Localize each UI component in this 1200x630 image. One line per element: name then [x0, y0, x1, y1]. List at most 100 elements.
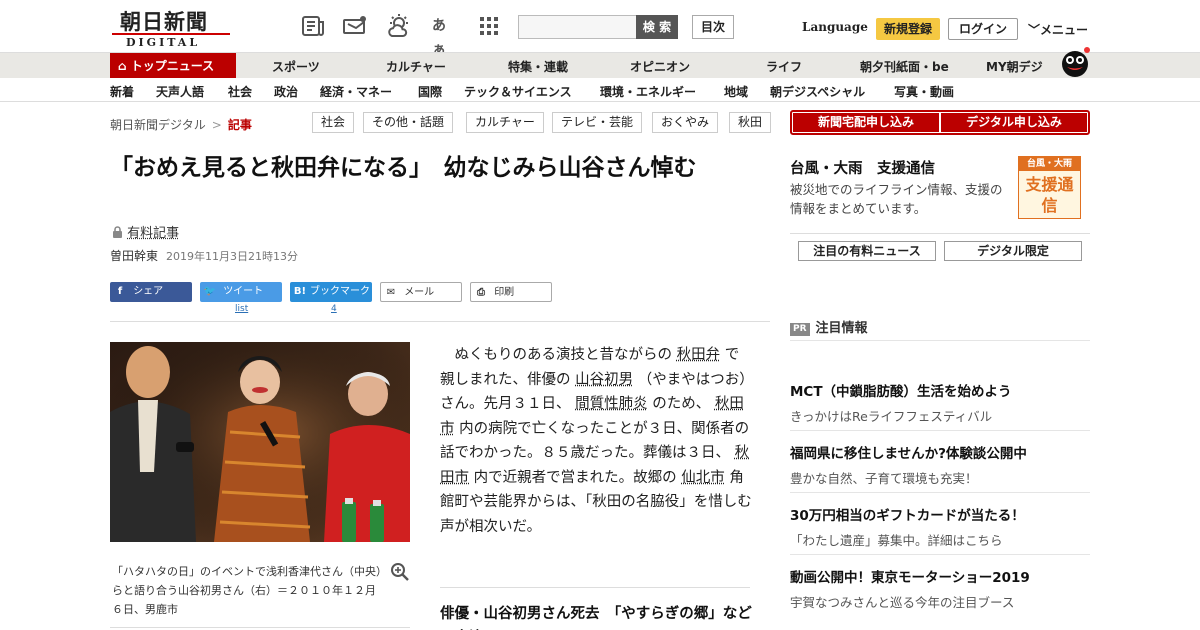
- breadcrumb-separator: >: [211, 118, 222, 132]
- tag-society[interactable]: 社会: [312, 112, 355, 133]
- divider: [440, 587, 750, 588]
- nav-opinion[interactable]: オピニオン: [630, 58, 690, 75]
- subscribe-cta: 新聞宅配申し込み デジタル申し込み: [790, 110, 1090, 135]
- digital-only-button[interactable]: デジタル限定: [944, 241, 1082, 261]
- lock-icon: [112, 226, 123, 241]
- nav2-society[interactable]: 社会: [228, 83, 252, 100]
- grid-icon[interactable]: [476, 14, 502, 38]
- nav2-economy[interactable]: 経済・マネー: [320, 83, 392, 100]
- tag-other[interactable]: その他・話題: [363, 112, 454, 133]
- nav-sports[interactable]: スポーツ: [272, 58, 320, 75]
- nav2-tech[interactable]: テック＆サイエンス: [464, 83, 572, 100]
- mail-label: メール: [404, 287, 435, 298]
- nav2-politics[interactable]: 政治: [274, 83, 298, 100]
- support-banner[interactable]: 台風・大雨 支援通信: [1018, 156, 1081, 219]
- menu-button[interactable]: ﹀メニュー: [1028, 21, 1088, 38]
- paid-article-label[interactable]: 有料記事: [112, 222, 179, 241]
- divider: [790, 554, 1090, 555]
- divider: [790, 430, 1090, 431]
- nav-features[interactable]: 特集・連載: [508, 58, 568, 75]
- primary-nav: ⌂ トップニュース スポーツ カルチャー 特集・連載 オピニオン ライフ 朝夕刊…: [0, 52, 1200, 79]
- article-photo[interactable]: [110, 342, 410, 542]
- font-size-icon[interactable]: あぁ: [432, 14, 458, 58]
- print-label: 印刷: [494, 287, 515, 298]
- divider: [790, 233, 1090, 234]
- logo-rule: [112, 33, 230, 35]
- support-banner-main: 支援通信: [1025, 175, 1074, 215]
- nav2-photo[interactable]: 写真・動画: [894, 83, 954, 100]
- nav-life[interactable]: ライフ: [766, 58, 802, 75]
- menu-label: メニュー: [1040, 23, 1089, 37]
- keyword-link-pneumonia[interactable]: 間質性肺炎: [575, 396, 648, 412]
- tag-obituary[interactable]: おくやみ: [652, 112, 719, 133]
- signup-button[interactable]: 新規登録: [876, 18, 940, 40]
- megaphone-icon[interactable]: [342, 14, 368, 38]
- zoom-icon[interactable]: [390, 562, 410, 582]
- nav-paper[interactable]: 朝夕刊紙面・be: [860, 58, 949, 75]
- twitter-share-button[interactable]: 🐦 ツイート: [200, 282, 282, 302]
- nav2-tensei[interactable]: 天声人語: [156, 83, 204, 100]
- toc-button[interactable]: 目次: [692, 15, 734, 39]
- tag-culture[interactable]: カルチャー: [466, 112, 544, 133]
- keyword-link-semboku[interactable]: 仙北市: [681, 470, 725, 486]
- nav2-environment[interactable]: 環境・エネルギー: [600, 83, 696, 100]
- twitter-count[interactable]: list: [235, 304, 248, 314]
- pr-item-subtitle: 宇賀なつみさんと巡る今年の注目ブース: [790, 595, 1015, 610]
- facebook-share-button[interactable]: f シェア: [110, 282, 192, 302]
- divider: [790, 492, 1090, 493]
- hatena-label: ブックマーク: [310, 286, 370, 297]
- tag-akita[interactable]: 秋田: [729, 112, 772, 133]
- support-title[interactable]: 台風・大雨 支援通信: [790, 157, 935, 178]
- printer-icon: ⎙: [477, 287, 485, 298]
- related-article-link[interactable]: 俳優・山谷初男さん死去 「やすらぎの郷」などに出演: [440, 602, 752, 630]
- pr-item[interactable]: MCT（中鎖脂肪酸）生活を始めよう きっかけはReライフフェスティバル: [790, 380, 1090, 425]
- photo-caption: 「ハタハタの日」のイベントで浅利香津代さん（中央）らと語り合う山谷初男さん（右）…: [112, 565, 382, 616]
- pr-item-subtitle: 豊かな自然、子育て環境も充実！: [790, 471, 978, 486]
- body-text-6: のため、: [647, 396, 715, 412]
- home-delivery-button[interactable]: 新聞宅配申し込み: [793, 113, 939, 132]
- mascot-image[interactable]: [1058, 44, 1092, 78]
- twitter-share-label: ツイート: [223, 286, 264, 297]
- nav2-special[interactable]: 朝デジスペシャル: [770, 83, 865, 100]
- nav-top-news[interactable]: ⌂ トップニュース: [110, 53, 236, 79]
- hatena-count[interactable]: 4: [331, 304, 337, 314]
- login-button[interactable]: ログイン: [948, 18, 1018, 40]
- nav2-international[interactable]: 国際: [418, 83, 442, 100]
- newspaper-icon[interactable]: [300, 14, 326, 38]
- pr-item[interactable]: 動画公開中！東京モーターショー2019 宇賀なつみさんと巡る今年の注目ブース: [790, 566, 1090, 611]
- nav2-latest[interactable]: 新着: [110, 83, 134, 100]
- pr-item-title: 福岡県に移住しませんか?体験談公開中: [790, 446, 1027, 462]
- article-headline: 「おめえ見ると秋田弁になる」 幼なじみら山谷さん悼む: [110, 155, 697, 181]
- nav-my-asahi[interactable]: MY朝デジ: [986, 58, 1043, 75]
- pr-heading: PR 注目情報: [790, 317, 868, 336]
- pr-item[interactable]: 30万円相当のギフトカードが当たる！ 「わたし遺産」募集中。詳細はこちら: [790, 504, 1090, 549]
- hatena-bookmark-button[interactable]: B! ブックマーク: [290, 282, 372, 302]
- mail-icon: ✉: [386, 287, 396, 298]
- nav-culture[interactable]: カルチャー: [386, 58, 446, 75]
- breadcrumb: 朝日新聞デジタル > 記事: [110, 116, 252, 133]
- search-button[interactable]: 検 索: [636, 15, 678, 39]
- byline: 曽田幹東 2019年11月3日21時13分: [110, 247, 298, 264]
- pr-heading-label: 注目情報: [815, 321, 868, 336]
- pr-item-subtitle: きっかけはReライフフェスティバル: [790, 409, 993, 424]
- digital-signup-button[interactable]: デジタル申し込み: [941, 113, 1087, 132]
- article-body: ぬくもりのある演技と昔ながらの 秋田弁 で親しまれた、俳優の 山谷初男 （やまや…: [440, 343, 752, 539]
- pr-item[interactable]: 福岡県に移住しませんか?体験談公開中 豊かな自然、子育て環境も充実！: [790, 442, 1090, 487]
- site-logo[interactable]: 朝日新聞 DIGITAL: [112, 6, 230, 49]
- keyword-link-yamaya[interactable]: 山谷初男: [575, 372, 633, 388]
- nav2-region[interactable]: 地域: [724, 83, 748, 100]
- weather-icon[interactable]: [386, 14, 412, 38]
- search-input[interactable]: [518, 15, 638, 39]
- facebook-share-label: シェア: [133, 286, 164, 297]
- publish-date: 2019年11月3日21時13分: [166, 250, 298, 263]
- body-text-0: ぬくもりのある演技と昔ながらの: [454, 347, 677, 363]
- logo-sub-text: DIGITAL: [126, 36, 201, 49]
- keyword-link-akita-dialect[interactable]: 秋田弁: [677, 347, 721, 363]
- language-link[interactable]: Language: [802, 20, 868, 34]
- tag-tv[interactable]: テレビ・芸能: [552, 112, 643, 133]
- mail-share-button[interactable]: ✉ メール: [380, 282, 462, 302]
- print-button[interactable]: ⎙ 印刷: [470, 282, 552, 302]
- author-name[interactable]: 曽田幹東: [110, 249, 158, 263]
- paid-news-button[interactable]: 注目の有料ニュース: [798, 241, 936, 261]
- breadcrumb-home[interactable]: 朝日新聞デジタル: [110, 118, 206, 132]
